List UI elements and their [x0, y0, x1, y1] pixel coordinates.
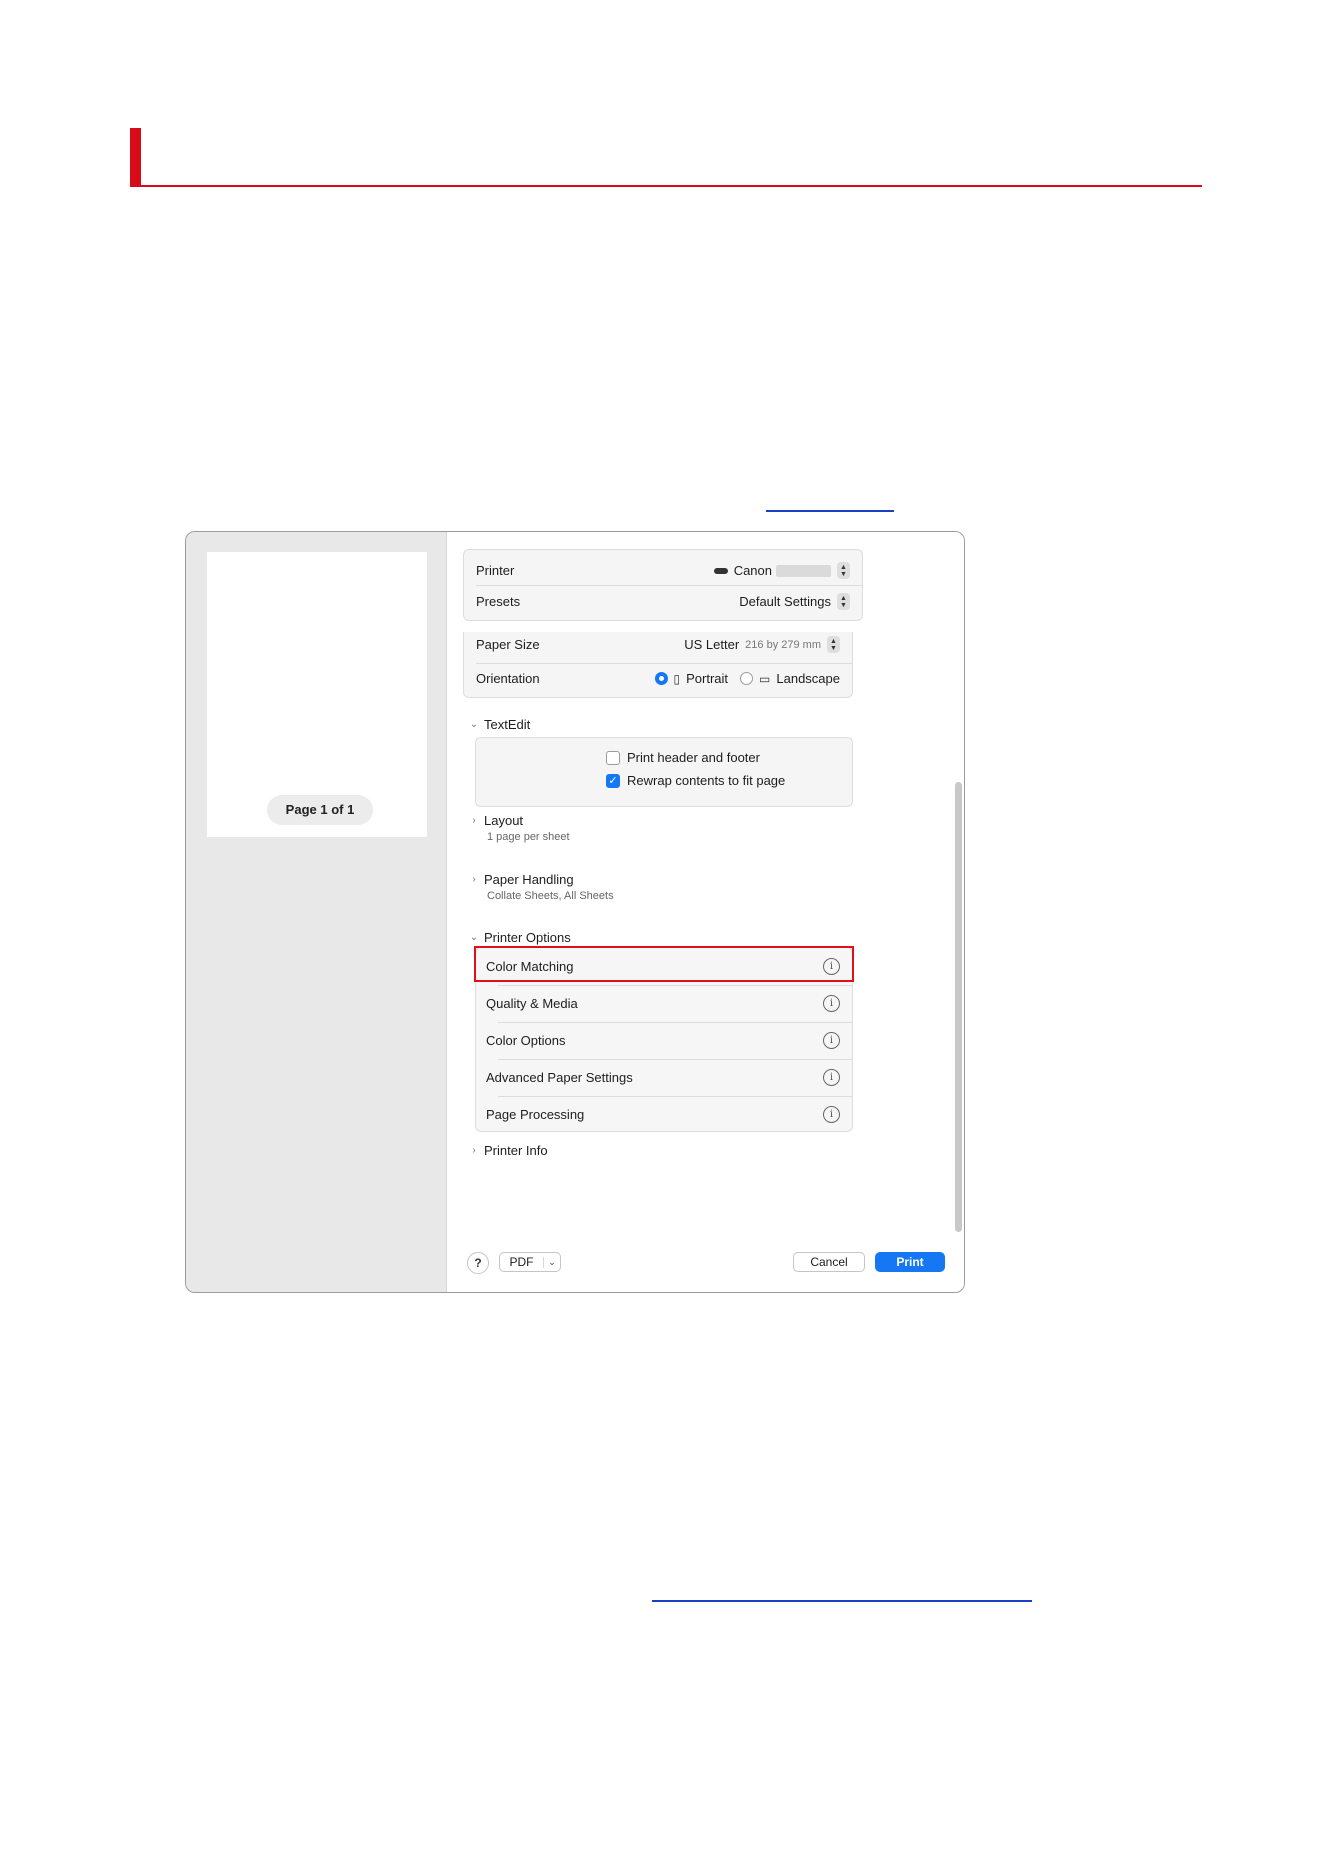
chevron-down-icon: ⌄ — [469, 719, 479, 730]
page-processing-item[interactable]: Page Processing i — [476, 1096, 852, 1133]
rewrap-label: Rewrap contents to fit page — [627, 773, 786, 788]
cancel-button[interactable]: Cancel — [793, 1252, 865, 1272]
heading-rule — [130, 185, 1202, 187]
chevron-right-icon: › — [472, 815, 476, 826]
paper-handling-section-header[interactable]: › Paper Handling — [469, 872, 574, 887]
printer-options-title: Printer Options — [484, 930, 571, 945]
printer-icon — [713, 567, 728, 574]
paper-handling-subtitle: Collate Sheets, All Sheets — [487, 890, 614, 902]
print-header-footer-checkbox[interactable] — [606, 750, 620, 765]
layout-section-header[interactable]: › Layout — [469, 813, 523, 828]
chevron-down-icon: ⌄ — [469, 932, 479, 943]
orientation-label: Orientation — [476, 671, 540, 686]
redacted-model — [776, 564, 831, 577]
rewrap-option[interactable]: ✓ Rewrap contents to fit page — [606, 773, 785, 788]
portrait-icon: ▯ — [673, 671, 681, 686]
color-matching-highlight — [474, 946, 854, 982]
quality-media-item[interactable]: Quality & Media i — [476, 985, 852, 1022]
landscape-radio[interactable] — [740, 672, 754, 685]
heading-accent-bar — [130, 128, 141, 186]
doc-link-underline-2[interactable] — [652, 1600, 1032, 1602]
quality-media-label: Quality & Media — [486, 996, 578, 1011]
paper-size-dims: 216 by 279 mm — [745, 638, 821, 651]
pdf-menu-button[interactable]: PDF ⌄ — [499, 1252, 561, 1272]
printer-info-title: Printer Info — [484, 1143, 548, 1158]
presets-row[interactable]: Presets Default Settings ▲ ▼ — [464, 581, 862, 622]
stepper-icon[interactable]: ▲ ▼ — [827, 636, 840, 653]
printer-info-section-header[interactable]: › Printer Info — [469, 1143, 548, 1158]
paper-handling-title: Paper Handling — [484, 872, 574, 887]
info-icon[interactable]: i — [823, 995, 840, 1012]
portrait-label: Portrait — [686, 671, 729, 686]
paper-size-label: Paper Size — [476, 637, 540, 652]
printer-options-section-header[interactable]: ⌄ Printer Options — [469, 930, 571, 945]
help-button[interactable]: ? — [467, 1252, 489, 1274]
page-preview: Page 1 of 1 — [207, 552, 427, 837]
doc-link-underline[interactable] — [766, 510, 894, 512]
page-processing-label: Page Processing — [486, 1107, 585, 1122]
print-header-footer-option[interactable]: Print header and footer — [606, 750, 760, 765]
info-icon[interactable]: i — [823, 1106, 840, 1123]
textedit-group: Print header and footer ✓ Rewrap content… — [475, 737, 853, 807]
chevron-right-icon: › — [472, 874, 476, 885]
landscape-label: Landscape — [776, 671, 840, 686]
orientation-row: Orientation ▯ Portrait ▭ Landscape — [464, 658, 852, 699]
printer-presets-group: Printer Canon ▲ ▼ Presets Default Setting… — [463, 549, 863, 621]
chevron-right-icon: › — [472, 1145, 476, 1156]
portrait-radio[interactable] — [654, 672, 668, 685]
print-button[interactable]: Print — [875, 1252, 945, 1272]
chevron-down-icon[interactable]: ⌄ — [543, 1256, 560, 1268]
page-count-badge: Page 1 of 1 — [267, 795, 373, 825]
rewrap-checkbox[interactable]: ✓ — [606, 773, 620, 788]
print-dialog: Page 1 of 1 Printer Canon ▲ ▼ Presets Def… — [185, 531, 965, 1293]
checkmark-icon: ✓ — [608, 775, 618, 787]
info-icon[interactable]: i — [823, 1069, 840, 1086]
stepper-icon[interactable]: ▲ ▼ — [837, 562, 850, 579]
stepper-icon[interactable]: ▲ ▼ — [837, 593, 850, 610]
scrollbar[interactable] — [955, 782, 962, 1232]
printer-value: Canon — [733, 563, 772, 578]
print-header-footer-label: Print header and footer — [627, 750, 760, 765]
color-options-item[interactable]: Color Options i — [476, 1022, 852, 1059]
pdf-label: PDF — [509, 1255, 534, 1269]
advanced-paper-settings-item[interactable]: Advanced Paper Settings i — [476, 1059, 852, 1096]
layout-title: Layout — [484, 813, 524, 828]
presets-value: Default Settings — [739, 594, 831, 609]
advanced-paper-settings-label: Advanced Paper Settings — [486, 1070, 633, 1085]
page-setup-group: Paper Size US Letter 216 by 279 mm ▲ ▼ Or… — [463, 632, 853, 698]
textedit-section-header[interactable]: ⌄ TextEdit — [469, 717, 530, 732]
landscape-icon: ▭ — [759, 671, 771, 686]
layout-subtitle: 1 page per sheet — [487, 831, 570, 843]
paper-size-value: US Letter — [684, 637, 740, 652]
presets-label: Presets — [476, 594, 521, 609]
color-options-label: Color Options — [486, 1033, 566, 1048]
settings-pane: Printer Canon ▲ ▼ Presets Default Setting… — [447, 532, 964, 1292]
printer-label: Printer — [476, 563, 515, 578]
info-icon[interactable]: i — [823, 1032, 840, 1049]
preview-pane: Page 1 of 1 — [186, 532, 447, 1292]
textedit-title: TextEdit — [484, 717, 531, 732]
